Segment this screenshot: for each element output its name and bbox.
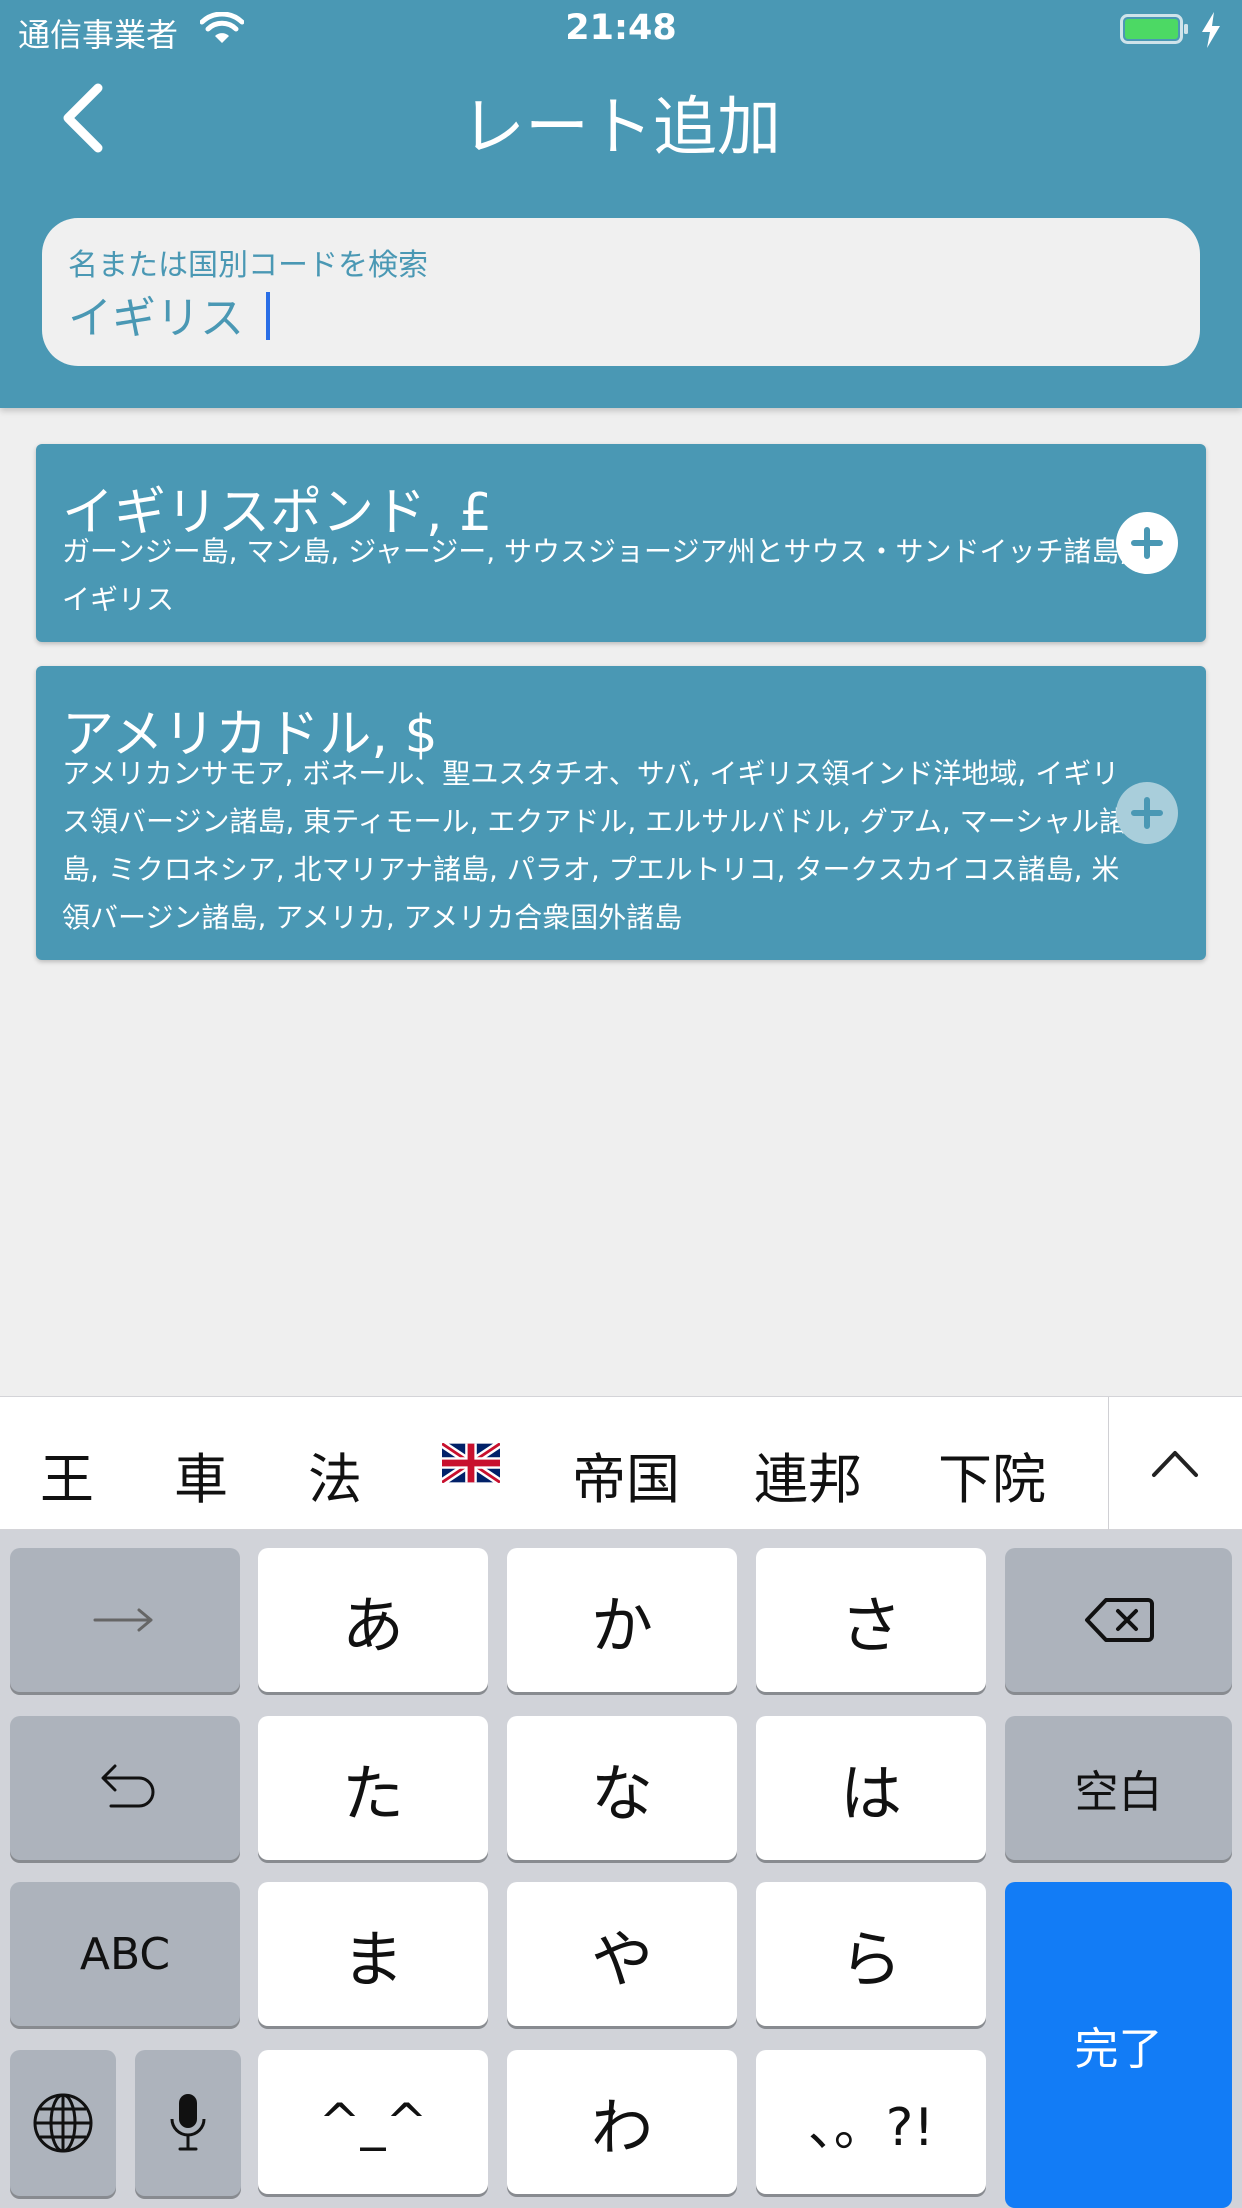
header: 通信事業者 21:48 レート追加 名または国別コードを検索 [0, 0, 1242, 408]
kana-key[interactable]: は [756, 1716, 986, 1860]
currency-countries: アメリカンサモア, ボネール、聖ユスタチオ、サバ, イギリス領インド洋地域, イ… [62, 757, 1128, 934]
battery-icon [1120, 14, 1188, 44]
status-bar: 通信事業者 21:48 [0, 0, 1242, 62]
arrow-right-icon [93, 1608, 153, 1632]
kana-key[interactable]: ら [756, 1882, 986, 2026]
page-title: レート追加 [461, 91, 781, 165]
kana-key[interactable]: や [507, 1882, 737, 2026]
text-caret [266, 292, 270, 340]
abc-key[interactable]: ABC [10, 1882, 240, 2026]
uk-flag-emoji-icon[interactable] [442, 1443, 500, 1483]
punctuation-key[interactable]: 、。?! [756, 2050, 986, 2194]
chevron-up-icon[interactable] [1108, 1397, 1242, 1531]
backspace-icon [1084, 1598, 1154, 1642]
charging-icon [1202, 12, 1220, 48]
search-input[interactable] [68, 284, 1168, 344]
candidate-word[interactable]: 王 [40, 1435, 94, 1514]
emoticon-key[interactable]: ^_^ [258, 2050, 488, 2194]
space-key[interactable]: 空白 [1005, 1716, 1232, 1860]
undo-icon [101, 1764, 155, 1808]
kana-key[interactable]: な [507, 1716, 737, 1860]
candidate-word[interactable]: 下院 [938, 1435, 1046, 1514]
search-field[interactable]: 名または国別コードを検索 [42, 218, 1200, 366]
candidate-word[interactable]: 連邦 [754, 1435, 862, 1514]
currency-card-gbp[interactable]: イギリスポンド, £ ガーンジー島, マン島, ジャージー, サウスジョージア州… [36, 444, 1206, 642]
plus-circle-icon[interactable] [1116, 512, 1178, 574]
candidate-word[interactable]: 法 [308, 1435, 362, 1514]
nav-bar: レート追加 [0, 62, 1242, 172]
candidate-bar: 王 車 法 帝国 連邦 下院 [0, 1396, 1242, 1531]
next-arrow-key[interactable] [10, 1548, 240, 1692]
currency-countries: ガーンジー島, マン島, ジャージー, サウスジョージア州とサウス・サンドイッチ… [62, 535, 1129, 616]
plus-circle-icon[interactable] [1116, 782, 1178, 844]
kana-key[interactable]: ま [258, 1882, 488, 2026]
kana-key[interactable]: さ [756, 1548, 986, 1692]
clock: 21:48 [565, 8, 677, 48]
kana-key[interactable]: あ [258, 1548, 488, 1692]
globe-icon [33, 2093, 93, 2153]
currency-card-usd[interactable]: アメリカドル, $ アメリカンサモア, ボネール、聖ユスタチオ、サバ, イギリス… [36, 666, 1206, 960]
candidate-word[interactable]: 車 [174, 1435, 228, 1514]
candidate-word[interactable]: 帝国 [572, 1435, 680, 1514]
undo-key[interactable] [10, 1716, 240, 1860]
keyboard: あ か さ た な は 空白 ABC ま や ら 完了 ^_^ わ 、。?! [0, 1530, 1242, 2208]
done-key[interactable]: 完了 [1005, 1882, 1232, 2208]
search-label: 名または国別コードを検索 [68, 248, 428, 283]
microphone-key[interactable] [135, 2050, 241, 2196]
kana-key[interactable]: わ [507, 2050, 737, 2194]
microphone-icon [170, 2094, 206, 2151]
kana-key[interactable]: た [258, 1716, 488, 1860]
backspace-key[interactable] [1005, 1548, 1232, 1692]
kana-key[interactable]: か [507, 1548, 737, 1692]
globe-key[interactable] [10, 2050, 116, 2196]
